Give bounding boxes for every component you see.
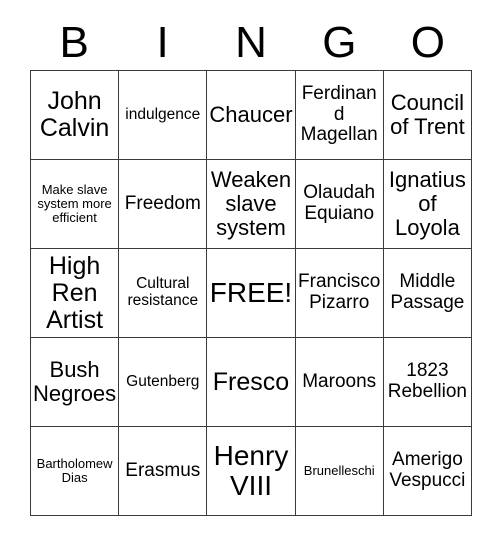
bingo-cell-o4[interactable]: 1823 Rebellion xyxy=(383,338,472,427)
bingo-cell-label: Maroons xyxy=(302,370,377,392)
bingo-cell-label: 1823 Rebellion xyxy=(387,360,467,402)
bingo-cell-label: Chaucer xyxy=(209,102,293,128)
bingo-header-letter-o: O xyxy=(410,18,445,67)
bingo-cell-n5[interactable]: Henry VIII xyxy=(207,427,296,516)
bingo-header-letter-b: B xyxy=(59,18,89,67)
bingo-cell-label: John Calvin xyxy=(39,87,110,142)
bingo-cell-label: Bush Negroes xyxy=(33,357,117,406)
bingo-cell-label: Fresco xyxy=(212,367,290,396)
bingo-cell-label: Freedom xyxy=(124,192,201,214)
bingo-card: B I N G O John Calvin indulgence Chaucer… xyxy=(0,0,500,544)
bingo-cell-i2[interactable]: Freedom xyxy=(119,160,208,249)
bingo-cell-label: Council of Trent xyxy=(390,90,465,139)
bingo-cell-label: Middle Passage xyxy=(390,271,465,313)
bingo-cell-label: Amerigo Vespucci xyxy=(389,449,466,491)
bingo-cell-g2[interactable]: Olaudah Equiano xyxy=(295,160,384,249)
bingo-cell-g3[interactable]: Francisco Pizarro xyxy=(295,249,384,338)
bingo-cell-g5[interactable]: Brunelleschi xyxy=(295,427,384,516)
bingo-cell-g4[interactable]: Maroons xyxy=(295,338,384,427)
bingo-cell-label: Make slave system more efficient xyxy=(37,181,112,226)
bingo-header-letter-g: G xyxy=(322,18,357,67)
bingo-cell-label: Francisco Pizarro xyxy=(298,271,381,313)
bingo-cell-i4[interactable]: Gutenberg xyxy=(119,338,208,427)
bingo-cell-n1[interactable]: Chaucer xyxy=(207,71,296,160)
bingo-cell-o3[interactable]: Middle Passage xyxy=(383,249,472,338)
bingo-cell-b5[interactable]: Bartholomew Dias xyxy=(31,427,120,516)
bingo-cell-label: Gutenberg xyxy=(126,372,200,390)
bingo-cell-n2[interactable]: Weaken slave system xyxy=(207,160,296,249)
bingo-cell-label: FREE! xyxy=(209,276,293,308)
bingo-cell-label: Henry VIII xyxy=(213,439,289,501)
bingo-cell-label: Ferdinand Magellan xyxy=(300,83,378,146)
bingo-cell-b4[interactable]: Bush Negroes xyxy=(31,338,120,427)
bingo-cell-g1[interactable]: Ferdinand Magellan xyxy=(295,71,384,160)
bingo-header: B I N G O xyxy=(30,16,472,70)
bingo-grid: John Calvin indulgence Chaucer Ferdinand… xyxy=(30,70,472,516)
bingo-header-letter-i: I xyxy=(156,18,169,67)
bingo-cell-label: indulgence xyxy=(125,105,201,123)
bingo-cell-o2[interactable]: Ignatius of Loyola xyxy=(383,160,472,249)
bingo-cell-o1[interactable]: Council of Trent xyxy=(383,71,472,160)
bingo-cell-label: Bartholomew Dias xyxy=(36,455,113,485)
bingo-cell-b3[interactable]: High Ren Artist xyxy=(31,249,120,338)
bingo-cell-i1[interactable]: indulgence xyxy=(119,71,208,160)
bingo-cell-i3[interactable]: Cultural resistance xyxy=(119,249,208,338)
bingo-cell-label: Erasmus xyxy=(125,459,201,481)
bingo-cell-label: High Ren Artist xyxy=(46,251,104,334)
bingo-cell-label: Ignatius of Loyola xyxy=(388,167,466,240)
bingo-cell-label: Brunelleschi xyxy=(303,462,375,478)
bingo-cell-label: Olaudah Equiano xyxy=(303,182,376,224)
bingo-cell-b1[interactable]: John Calvin xyxy=(31,71,120,160)
bingo-cell-o5[interactable]: Amerigo Vespucci xyxy=(383,427,472,516)
bingo-header-letter-n: N xyxy=(235,18,267,67)
bingo-cell-b2[interactable]: Make slave system more efficient xyxy=(31,160,120,249)
bingo-cell-label: Cultural resistance xyxy=(127,275,199,309)
bingo-cell-free-space[interactable]: FREE! xyxy=(207,249,296,338)
bingo-cell-label: Weaken slave system xyxy=(210,167,292,240)
bingo-cell-i5[interactable]: Erasmus xyxy=(119,427,208,516)
bingo-cell-n4[interactable]: Fresco xyxy=(207,338,296,427)
